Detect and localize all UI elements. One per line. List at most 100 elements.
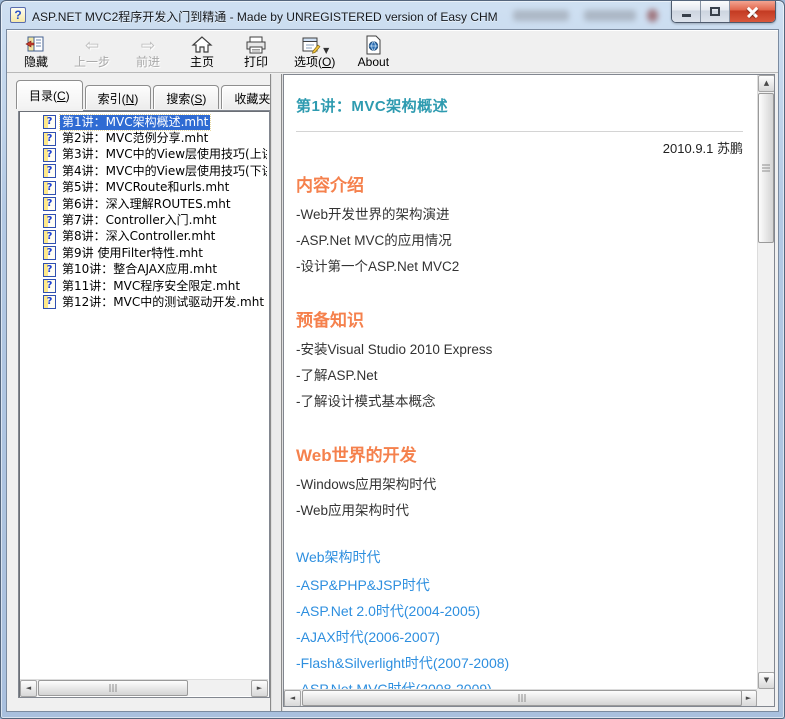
tree-scroll-thumb[interactable] bbox=[38, 680, 188, 696]
back-button: ⇦上一步 bbox=[67, 32, 117, 71]
printer-icon bbox=[244, 34, 268, 55]
redacted-watermark bbox=[584, 10, 636, 21]
tree-item-label: 第9讲 使用Filter特性.mht bbox=[60, 246, 205, 261]
scroll-grip bbox=[519, 694, 526, 702]
contents-tree: ?第1讲：MVC架构概述.mht?第2讲：MVC范例分享.mht?第3讲：MVC… bbox=[21, 114, 267, 678]
scroll-right-icon: ► bbox=[257, 685, 262, 692]
scroll-left-button[interactable]: ◄ bbox=[284, 690, 301, 707]
help-topic-icon: ? bbox=[43, 148, 56, 162]
help-topic-icon: ? bbox=[43, 263, 56, 277]
tree-item-label: 第10讲：整合AJAX应用.mht bbox=[60, 262, 219, 277]
help-topic-icon: ? bbox=[43, 279, 56, 293]
topic-link[interactable]: -ASP.Net 2.0时代(2004-2005) bbox=[296, 598, 743, 624]
tree-item[interactable]: ? 第11讲：MVC程序安全限定.mht bbox=[21, 278, 267, 294]
tree-item-label: 第1讲：MVC架构概述.mht bbox=[60, 115, 210, 130]
tree-item[interactable]: ?第5讲：MVCRoute和urls.mht bbox=[21, 180, 267, 196]
tree-item[interactable]: ? 第3讲：MVC中的View层使用技巧(上讲) bbox=[21, 147, 267, 163]
contents-tree-panel: ?第1讲：MVC架构概述.mht?第2讲：MVC范例分享.mht?第3讲：MVC… bbox=[18, 110, 270, 698]
tab-search[interactable]: 搜索(S) bbox=[153, 85, 219, 109]
pane-splitter[interactable] bbox=[270, 74, 283, 711]
divider bbox=[296, 131, 743, 132]
section-item: -安装Visual Studio 2010 Express bbox=[296, 337, 743, 363]
section-heading: 预备知识 bbox=[296, 306, 743, 331]
hide-icon bbox=[25, 34, 47, 55]
options-button[interactable]: ▼选项(O) bbox=[287, 32, 342, 71]
back-label: 上一步 bbox=[74, 55, 110, 70]
tree-item-label: 第7讲：Controller入门.mht bbox=[60, 213, 218, 228]
title-bar[interactable]: ? ASP.NET MVC2程序开发入门到精通 - Made by UNREGI… bbox=[1, 1, 784, 29]
forward-label: 前进 bbox=[136, 55, 160, 70]
tree-item[interactable]: ? 第2讲：MVC范例分享.mht bbox=[21, 130, 267, 146]
tree-item[interactable]: ?第6讲：深入理解ROUTES.mht bbox=[21, 196, 267, 212]
back-arrow-icon: ⇦ bbox=[85, 34, 99, 55]
tab-index[interactable]: 索引(N) bbox=[85, 85, 152, 109]
tree-item[interactable]: ?第7讲：Controller入门.mht bbox=[21, 212, 267, 228]
hide-button[interactable]: 隐藏 bbox=[13, 32, 59, 71]
help-topic-icon: ? bbox=[43, 132, 56, 146]
section-item: -了解ASP.Net bbox=[296, 363, 743, 389]
close-icon bbox=[747, 7, 758, 17]
tree-item-label: 第12讲：MVC中的测试驱动开发.mht bbox=[60, 295, 266, 310]
toolbar: 隐藏⇦上一步⇨前进主页打印▼选项(O)About bbox=[7, 30, 778, 73]
tree-item-label: 第2讲：MVC范例分享.mht bbox=[60, 131, 210, 146]
hide-label: 隐藏 bbox=[24, 55, 48, 70]
about-label: About bbox=[358, 55, 389, 70]
tree-item[interactable]: ? 第12讲：MVC中的测试驱动开发.mht bbox=[21, 294, 267, 310]
client-area: 隐藏⇦上一步⇨前进主页打印▼选项(O)About 目录(C)索引(N)搜索(S)… bbox=[6, 29, 779, 712]
tree-item-label: 第4讲：MVC中的View层使用技巧(下讲) bbox=[60, 164, 267, 179]
maximize-icon bbox=[710, 7, 720, 16]
home-button[interactable]: 主页 bbox=[179, 32, 225, 71]
minimize-button[interactable] bbox=[672, 1, 701, 22]
section-item: -ASP.Net MVC的应用情况 bbox=[296, 228, 743, 254]
section-item: -设计第一个ASP.Net MVC2 bbox=[296, 254, 743, 280]
section-item: -Web开发世界的架构演进 bbox=[296, 202, 743, 228]
section-heading: 内容介绍 bbox=[296, 171, 743, 196]
content-vertical-scrollbar[interactable]: ▲ ▼ bbox=[757, 75, 774, 689]
print-button[interactable]: 打印 bbox=[233, 32, 279, 71]
topic-link[interactable]: -ASP&PHP&JSP时代 bbox=[296, 572, 743, 598]
section-item: -了解设计模式基本概念 bbox=[296, 389, 743, 415]
scrollbar-corner bbox=[757, 689, 774, 706]
scroll-down-icon: ▼ bbox=[764, 677, 769, 684]
chm-viewer-window: ? ASP.NET MVC2程序开发入门到精通 - Made by UNREGI… bbox=[0, 0, 785, 719]
tree-item[interactable]: ? 第10讲：整合AJAX应用.mht bbox=[21, 262, 267, 278]
tree-item-label: 第6讲：深入理解ROUTES.mht bbox=[60, 197, 233, 212]
topic-link[interactable]: -AJAX时代(2006-2007) bbox=[296, 624, 743, 650]
tab-contents[interactable]: 目录(C) bbox=[16, 80, 83, 109]
topic-page: 第1讲：MVC架构概述 2010.9.1 苏鹏 内容介绍-Web开发世界的架构演… bbox=[284, 75, 757, 689]
content-horizontal-scrollbar[interactable]: ◄ ► bbox=[284, 689, 757, 706]
scroll-right-button[interactable]: ► bbox=[251, 680, 268, 697]
scroll-down-button[interactable]: ▼ bbox=[758, 672, 775, 689]
tree-item-label: 第11讲：MVC程序安全限定.mht bbox=[60, 279, 242, 294]
tree-item[interactable]: ? 第9讲 使用Filter特性.mht bbox=[21, 245, 267, 261]
minimize-icon bbox=[682, 14, 691, 17]
print-label: 打印 bbox=[244, 55, 268, 70]
maximize-button[interactable] bbox=[701, 1, 730, 22]
window-title: ASP.NET MVC2程序开发入门到精通 - Made by UNREGIST… bbox=[32, 8, 498, 25]
help-topic-icon: ? bbox=[43, 246, 56, 260]
scroll-up-icon: ▲ bbox=[764, 80, 769, 87]
tree-horizontal-scrollbar[interactable]: ◄ ► bbox=[20, 679, 268, 696]
tree-item[interactable]: ?第8讲：深入Controller.mht bbox=[21, 229, 267, 245]
tree-item[interactable]: ?第4讲：MVC中的View层使用技巧(下讲) bbox=[21, 163, 267, 179]
scroll-right-button[interactable]: ► bbox=[740, 690, 757, 707]
topic-title: 第1讲：MVC架构概述 bbox=[296, 95, 743, 116]
tree-item-label: 第3讲：MVC中的View层使用技巧(上讲) bbox=[60, 147, 267, 162]
tree-item-label: 第8讲：深入Controller.mht bbox=[60, 229, 217, 244]
redacted-watermark bbox=[513, 10, 569, 21]
scroll-grip bbox=[762, 165, 770, 172]
nav-tabs: 目录(C)索引(N)搜索(S)收藏夹(I) bbox=[16, 79, 297, 109]
scroll-left-icon: ◄ bbox=[290, 695, 295, 702]
content-hscroll-thumb[interactable] bbox=[302, 690, 742, 706]
about-button[interactable]: About bbox=[350, 32, 396, 71]
scroll-up-button[interactable]: ▲ bbox=[758, 75, 775, 92]
tree-item[interactable]: ?第1讲：MVC架构概述.mht bbox=[21, 114, 267, 130]
close-button[interactable] bbox=[730, 1, 775, 22]
content-vscroll-thumb[interactable] bbox=[758, 93, 774, 243]
topic-link[interactable]: -ASP.Net MVC时代(2008-2009) bbox=[296, 676, 743, 689]
scroll-left-button[interactable]: ◄ bbox=[20, 680, 37, 697]
topic-link[interactable]: -Flash&Silverlight时代(2007-2008) bbox=[296, 650, 743, 676]
help-topic-icon: ? bbox=[43, 181, 56, 195]
help-topic-icon: ? bbox=[43, 295, 56, 309]
window-controls bbox=[671, 1, 776, 23]
